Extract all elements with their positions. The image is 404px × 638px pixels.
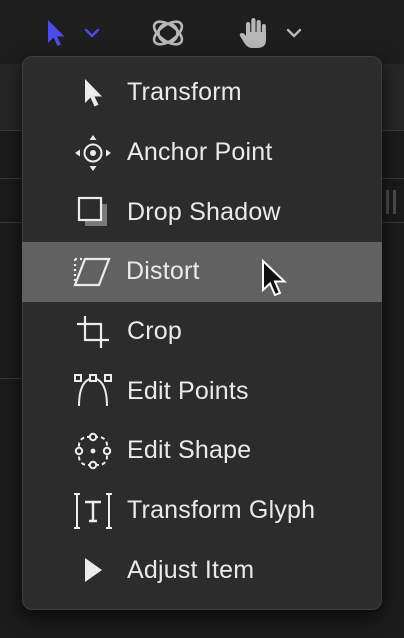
menu-item-drop-shadow[interactable]: Drop Shadow [23,182,381,242]
tool-dropdown-menu: Transform Anchor Point Drop Shadow Disto… [22,56,382,610]
menu-item-label: Transform Glyph [127,496,316,525]
drop-shadow-icon [73,192,113,232]
distort-icon [72,252,112,292]
menu-item-label: Adjust Item [127,555,255,584]
menu-item-label: Edit Points [127,376,249,405]
pan-hand-icon [239,18,266,48]
menu-item-transform[interactable]: Transform [23,63,381,123]
menu-item-crop[interactable]: Crop [23,302,381,362]
edit-shape-icon [73,431,113,471]
transform-glyph-icon [73,491,113,531]
pan-tool-button[interactable] [238,14,302,52]
menu-item-label: Drop Shadow [127,197,281,226]
3d-transform-icon [152,20,184,46]
crop-icon [73,312,113,352]
scroll-indicator [386,190,389,214]
menu-item-transform-glyph[interactable]: Transform Glyph [23,481,381,541]
menu-item-edit-shape[interactable]: Edit Shape [23,421,381,481]
menu-item-adjust-item[interactable]: Adjust Item [23,541,381,601]
mouse-pointer-icon [262,259,287,297]
3d-transform-tool-button[interactable] [149,14,187,52]
edit-points-icon [73,371,113,411]
menu-item-label: Crop [127,317,182,346]
divider [0,378,22,379]
menu-item-anchor-point[interactable]: Anchor Point [23,123,381,183]
menu-item-label: Transform [127,78,242,107]
select-arrow-icon [48,20,65,46]
menu-item-distort[interactable]: Distort [22,242,382,302]
select-tool-button[interactable] [44,14,100,52]
transform-arrow-icon [73,73,113,113]
anchor-point-icon [73,133,113,173]
chevron-down-icon[interactable] [84,27,100,39]
toolbar [0,0,404,64]
menu-item-label: Edit Shape [127,436,252,465]
menu-item-edit-points[interactable]: Edit Points [23,361,381,421]
scroll-indicator [393,190,396,214]
menu-item-label: Anchor Point [127,138,273,167]
chevron-down-icon[interactable] [286,27,302,39]
adjust-item-icon [73,550,113,590]
menu-item-label: Distort [126,257,200,286]
